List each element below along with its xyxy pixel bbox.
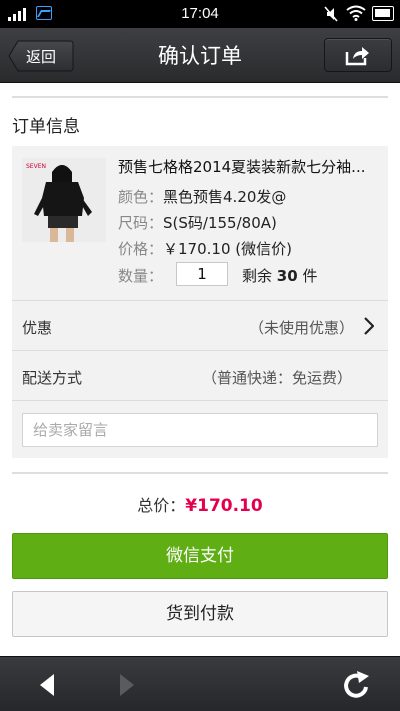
quantity-label: 数量：	[118, 267, 164, 285]
remaining-suffix: 件	[302, 267, 318, 285]
total-price: ¥170.10	[185, 496, 263, 516]
battery-icon	[372, 6, 394, 21]
svg-text:SEVEN: SEVEN	[26, 163, 46, 170]
price-value: ￥170.10 (微信价)	[163, 240, 292, 258]
color-value: 黑色预售4.20发@	[163, 188, 287, 206]
cash-on-delivery-button[interactable]: 货到付款	[12, 591, 388, 637]
nav-forward-icon[interactable]	[118, 673, 136, 697]
product-color: 颜色：黑色预售4.20发@	[118, 186, 286, 207]
bottom-nav-bar	[0, 656, 400, 711]
nav-back-icon[interactable]	[38, 673, 56, 697]
product-price: 价格：￥170.10 (微信价)	[118, 238, 292, 259]
wifi-icon	[346, 5, 366, 21]
share-button[interactable]	[324, 38, 392, 72]
product-card: SEVEN 预售七格格2014夏装装新款七分袖... 颜色：黑色预售4.20发@…	[12, 146, 388, 300]
discount-label: 优惠	[22, 319, 53, 337]
mute-icon	[324, 6, 338, 22]
remaining-stock: 剩余 30 件	[242, 265, 317, 286]
product-thumbnail[interactable]: SEVEN	[22, 158, 106, 242]
discount-row[interactable]: 优惠 （未使用优惠）	[12, 300, 388, 350]
refresh-icon[interactable]	[342, 670, 372, 700]
delivery-value: （普通快递：免运费）	[201, 369, 352, 387]
product-image: SEVEN	[22, 158, 106, 242]
order-info-heading: 订单信息	[12, 117, 80, 137]
message-section	[12, 400, 388, 458]
remaining-prefix: 剩余	[242, 267, 273, 285]
status-time: 17:04	[181, 5, 219, 22]
chevron-right-icon	[364, 317, 374, 335]
remaining-count: 30	[276, 267, 298, 285]
title-bar: 返回 确认订单	[0, 28, 400, 83]
discount-value: （未使用优惠）	[248, 319, 354, 337]
total-label: 总价：	[137, 496, 186, 515]
wechat-pay-button[interactable]: 微信支付	[12, 533, 388, 579]
size-label: 尺码：	[118, 214, 164, 232]
status-bar: 17:04	[0, 0, 400, 28]
color-label: 颜色：	[118, 188, 164, 206]
size-value: S(S码/155/80A)	[163, 214, 277, 232]
order-total: 总价：¥170.10	[0, 492, 400, 516]
delivery-row[interactable]: 配送方式 （普通快递：免运费）	[12, 350, 388, 400]
quantity-input[interactable]: 1	[176, 262, 228, 286]
divider	[12, 96, 388, 98]
divider	[12, 472, 388, 474]
product-size: 尺码：S(S码/155/80A)	[118, 212, 277, 233]
share-icon	[345, 47, 369, 66]
seller-message-input[interactable]	[22, 413, 378, 447]
price-label: 价格：	[118, 240, 164, 258]
delivery-label: 配送方式	[22, 369, 83, 387]
product-name[interactable]: 预售七格格2014夏装装新款七分袖...	[118, 156, 380, 177]
